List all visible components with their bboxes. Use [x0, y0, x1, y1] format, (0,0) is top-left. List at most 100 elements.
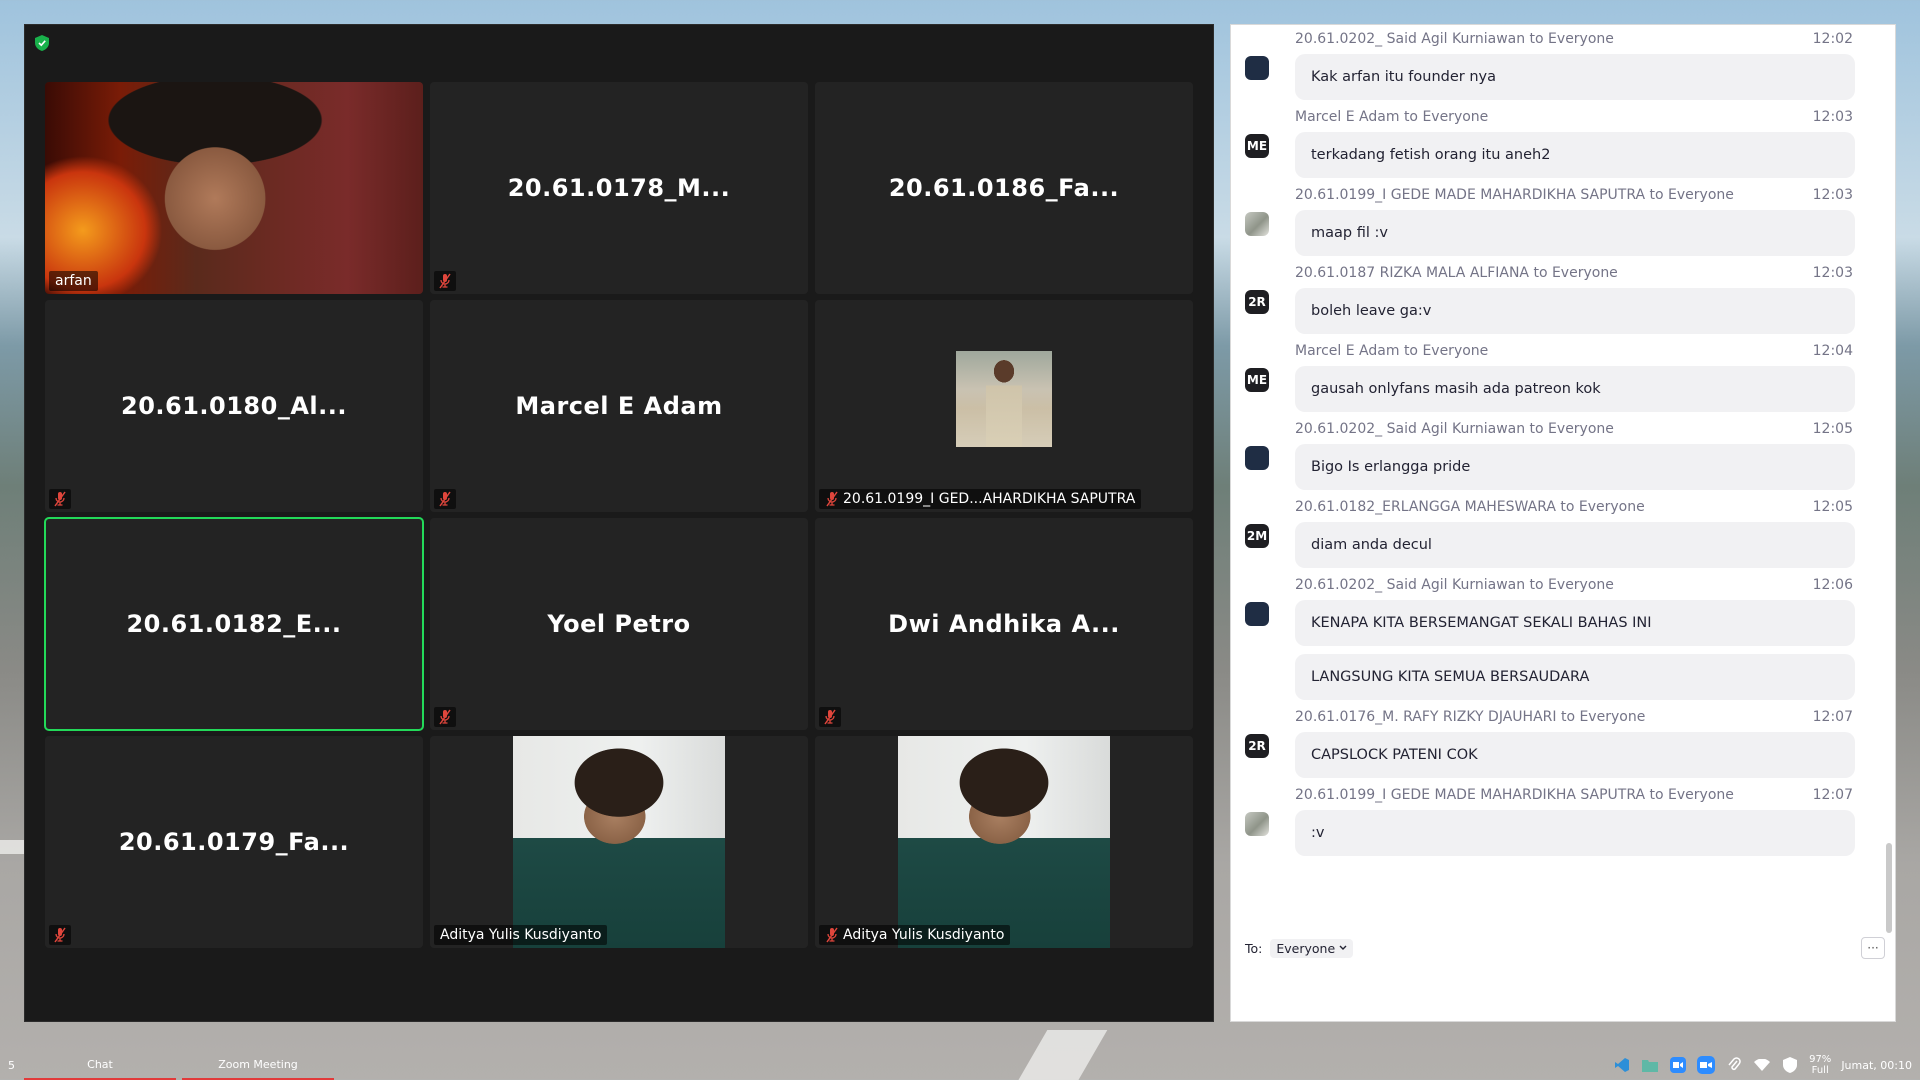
chat-more-button[interactable]: ··· — [1861, 937, 1885, 959]
battery-indicator[interactable]: 97% Full — [1809, 1054, 1831, 1076]
chat-scrollbar-track[interactable] — [1886, 25, 1892, 935]
chat-message-bubble[interactable]: terkadang fetish orang itu aneh2 — [1295, 132, 1855, 178]
chat-message-header: Marcel E Adam to Everyone 12:04 — [1295, 340, 1855, 362]
participant-caption: Aditya Yulis Kusdiyanto — [819, 925, 1011, 945]
chat-message-bubble[interactable]: CAPSLOCK PATENI COK — [1295, 732, 1855, 778]
chat-message-header: 20.61.0199_I GEDE MADE MAHARDIKHA SAPUTR… — [1295, 184, 1855, 206]
clock[interactable]: Jumat, 00:10 — [1841, 1059, 1912, 1072]
participant-tile[interactable]: 20.61.0179_Fa... — [45, 736, 423, 948]
chat-panel: 20.61.0202_ Said Agil Kurniawan to Every… — [1230, 24, 1896, 1022]
chat-message-bubble[interactable]: LANGSUNG KITA SEMUA BERSAUDARA — [1295, 654, 1855, 700]
muted-microphone-icon — [54, 491, 66, 507]
chat-message-bubble[interactable]: maap fil :v — [1295, 210, 1855, 256]
participant-caption-text: arfan — [55, 273, 92, 289]
chat-message-header: 20.61.0199_I GEDE MADE MAHARDIKHA SAPUTR… — [1295, 784, 1855, 806]
muted-microphone-icon — [54, 927, 66, 943]
participant-tile[interactable]: 20.61.0199_I GED...AHARDIKHA SAPUTRA — [815, 300, 1193, 512]
avatar[interactable]: ME — [1245, 368, 1269, 392]
participant-tile[interactable]: 20.61.0182_E... — [44, 517, 424, 731]
participant-tile[interactable]: Aditya Yulis Kusdiyanto — [430, 736, 808, 948]
participant-video — [45, 82, 423, 294]
avatar[interactable] — [1245, 602, 1269, 626]
participant-tile[interactable]: 20.61.0186_Fa... — [815, 82, 1193, 294]
muted-microphone-icon — [826, 927, 838, 943]
participant-video — [513, 736, 725, 948]
zoom-video-icon[interactable] — [1697, 1056, 1716, 1074]
avatar[interactable]: ME — [1245, 134, 1269, 158]
chat-sender: 20.61.0199_I GEDE MADE MAHARDIKHA SAPUTR… — [1295, 187, 1734, 203]
chat-timestamp: 12:03 — [1812, 187, 1853, 203]
avatar[interactable]: 2M — [1245, 524, 1269, 548]
participant-mute-badge — [434, 271, 456, 291]
workspace-indicator[interactable]: 5 — [8, 1059, 15, 1072]
chat-timestamp: 12:06 — [1812, 577, 1853, 593]
encryption-shield-icon[interactable] — [35, 35, 49, 51]
chat-message-header: Marcel E Adam to Everyone 12:03 — [1295, 106, 1855, 128]
recipient-dropdown[interactable]: Everyone — [1270, 938, 1354, 958]
zoom-tray-icon[interactable] — [1669, 1056, 1687, 1074]
participant-tile[interactable]: 20.61.0180_Al... — [45, 300, 423, 512]
avatar[interactable] — [1245, 446, 1269, 470]
participant-video — [898, 736, 1110, 948]
taskbar-item-chat[interactable]: Chat — [24, 1050, 176, 1080]
chat-scrollbar-thumb[interactable] — [1886, 843, 1892, 933]
wifi-icon[interactable] — [1753, 1056, 1771, 1074]
muted-microphone-icon — [439, 491, 451, 507]
chat-timestamp: 12:05 — [1812, 499, 1853, 515]
participant-caption-text: Aditya Yulis Kusdiyanto — [843, 927, 1005, 943]
chat-sender: 20.61.0176_M. RAFY RIZKY DJAUHARI to Eve… — [1295, 709, 1646, 725]
chat-message-bubble[interactable]: gausah onlyfans masih ada patreon kok — [1295, 366, 1855, 412]
taskbar-item-zoom-meeting[interactable]: Zoom Meeting — [182, 1050, 334, 1080]
chat-message-header: 20.61.0176_M. RAFY RIZKY DJAUHARI to Eve… — [1295, 706, 1855, 728]
chat-message-bubble[interactable]: boleh leave ga:v — [1295, 288, 1855, 334]
participant-tile[interactable]: Marcel E Adam — [430, 300, 808, 512]
participant-tile[interactable]: Yoel Petro — [430, 518, 808, 730]
participant-name: 20.61.0182_E... — [126, 610, 342, 638]
chat-sender: 20.61.0182_ERLANGGA MAHESWARA to Everyon… — [1295, 499, 1645, 515]
taskbar-item-label: Chat — [87, 1057, 113, 1071]
avatar[interactable]: 2R — [1245, 290, 1269, 314]
chevron-down-icon — [1339, 945, 1347, 950]
chat-message: 20.61.0182_ERLANGGA MAHESWARA to Everyon… — [1231, 496, 1895, 568]
avatar[interactable]: 2R — [1245, 734, 1269, 758]
chat-message-header: 20.61.0182_ERLANGGA MAHESWARA to Everyon… — [1295, 496, 1855, 518]
chat-sender: 20.61.0187 RIZKA MALA ALFIANA to Everyon… — [1295, 265, 1618, 281]
avatar[interactable] — [1245, 212, 1269, 236]
participant-tile[interactable]: arfan — [45, 82, 423, 294]
chat-message-bubble[interactable]: :v — [1295, 810, 1855, 856]
chat-message-list[interactable]: 20.61.0202_ Said Agil Kurniawan to Every… — [1231, 25, 1895, 935]
participant-mute-badge — [434, 489, 456, 509]
avatar[interactable] — [1245, 812, 1269, 836]
chat-message: 20.61.0199_I GEDE MADE MAHARDIKHA SAPUTR… — [1231, 184, 1895, 256]
chat-message: 20.61.0202_ Said Agil Kurniawan to Every… — [1231, 418, 1895, 490]
chat-message-input[interactable] — [1245, 965, 1881, 1011]
vscode-icon[interactable] — [1613, 1056, 1631, 1074]
chat-recipient-row: To: Everyone — [1245, 937, 1354, 959]
paperclip-icon[interactable] — [1725, 1056, 1743, 1074]
chat-sender: 20.61.0202_ Said Agil Kurniawan to Every… — [1295, 577, 1614, 593]
participant-profile-photo — [956, 351, 1052, 447]
participant-tile[interactable]: 20.61.0178_M... — [430, 82, 808, 294]
participant-tile[interactable]: Dwi Andhika A... — [815, 518, 1193, 730]
chat-message-bubble[interactable]: KENAPA KITA BERSEMANGAT SEKALI BAHAS INI — [1295, 600, 1855, 646]
chat-to-label: To: — [1245, 940, 1263, 956]
chat-message-bubble[interactable]: Kak arfan itu founder nya — [1295, 54, 1855, 100]
chat-message-bubble[interactable]: Bigo Is erlangga pride — [1295, 444, 1855, 490]
recipient-value: Everyone — [1276, 940, 1336, 956]
chat-sender: Marcel E Adam to Everyone — [1295, 343, 1489, 359]
participant-caption-text: Aditya Yulis Kusdiyanto — [440, 927, 602, 943]
muted-microphone-icon — [439, 273, 451, 289]
folder-icon[interactable] — [1641, 1056, 1659, 1074]
participant-mute-badge — [819, 707, 841, 727]
muted-microphone-icon — [824, 709, 836, 725]
participant-tile[interactable]: Aditya Yulis Kusdiyanto — [815, 736, 1193, 948]
chat-sender: 20.61.0199_I GEDE MADE MAHARDIKHA SAPUTR… — [1295, 787, 1734, 803]
participant-mute-badge — [49, 489, 71, 509]
participant-name: 20.61.0179_Fa... — [118, 828, 350, 856]
participant-mute-badge — [434, 707, 456, 727]
participant-caption-text: 20.61.0199_I GED...AHARDIKHA SAPUTRA — [843, 491, 1136, 507]
chat-message: Marcel E Adam to Everyone 12:03 ME terkadan… — [1231, 106, 1895, 178]
avatar[interactable] — [1245, 56, 1269, 80]
chat-message-bubble[interactable]: diam anda decul — [1295, 522, 1855, 568]
shield-tray-icon[interactable] — [1781, 1056, 1799, 1074]
